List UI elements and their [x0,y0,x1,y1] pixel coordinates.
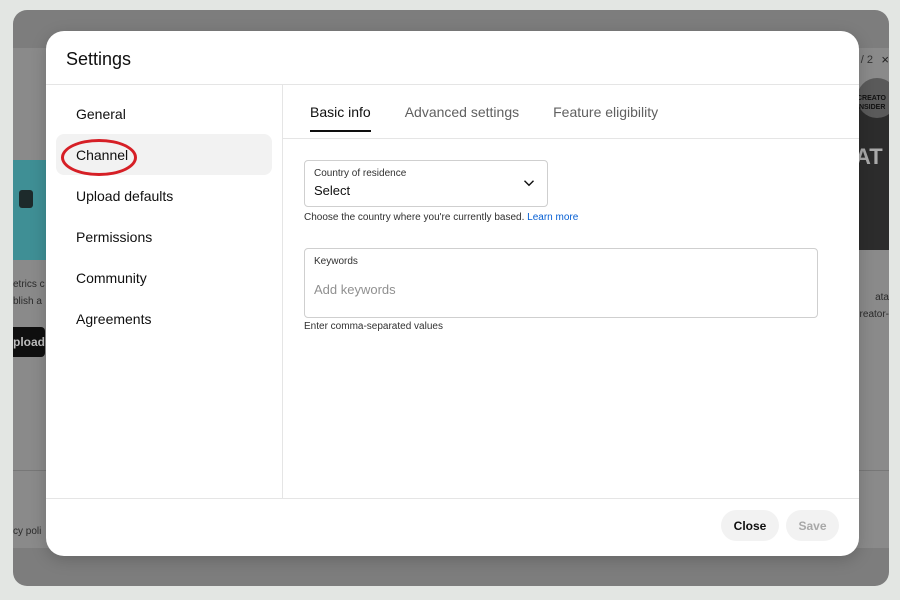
sidebar-item-upload-defaults[interactable]: Upload defaults [56,175,272,216]
tab-feature-eligibility[interactable]: Feature eligibility [553,104,658,131]
close-button[interactable]: Close [721,510,779,541]
background-pager: / 2 [860,54,873,66]
header-divider [46,84,859,85]
country-select[interactable]: Country of residence Select [304,160,548,207]
sidebar-item-community[interactable]: Community [56,257,272,298]
sidebar-item-general[interactable]: General [56,93,272,134]
tab-advanced-settings[interactable]: Advanced settings [405,104,519,131]
learn-more-link[interactable]: Learn more [527,212,578,223]
keywords-label: Keywords [314,256,358,267]
country-value: Select [314,183,351,198]
background-badge-text: CREATO INSIDER [857,95,886,111]
footer-divider [46,498,859,499]
sidebar-divider [282,85,283,498]
sidebar-item-agreements[interactable]: Agreements [56,298,272,339]
background-footer-link: cy poli [13,526,42,537]
background-text: ata [875,292,889,303]
dialog-title: Settings [66,49,132,69]
background-thumbnail-left [13,160,47,260]
sidebar-item-channel[interactable]: Channel [56,134,272,176]
background-text: blish a [13,296,42,307]
tabs-divider [283,138,859,139]
background-text: etrics c [13,279,45,290]
chevron-down-icon [524,180,534,187]
background-close-icon: × [881,52,889,67]
settings-dialog: Settings General Channel Upload defaults… [46,31,859,556]
country-label: Country of residence [314,168,407,179]
sidebar-item-permissions[interactable]: Permissions [56,216,272,257]
country-help-text: Choose the country where you're currentl… [304,212,579,223]
keywords-field[interactable]: Keywords [304,248,818,318]
settings-sidebar: General Channel Upload defaults Permissi… [56,93,272,339]
red-circle-annotation [61,139,137,176]
background-thumbnail-text: AT [855,144,883,169]
background-text: reator- [859,309,889,320]
save-button[interactable]: Save [786,510,839,541]
background-thumbnail-right: CREATO INSIDER AT [855,78,889,250]
background-upload-button: pload [13,327,45,357]
tab-basic-info[interactable]: Basic info [310,104,371,132]
keywords-input[interactable] [314,282,794,297]
settings-tabs: Basic info Advanced settings Feature eli… [310,104,692,132]
keywords-help-text: Enter comma-separated values [304,321,443,332]
